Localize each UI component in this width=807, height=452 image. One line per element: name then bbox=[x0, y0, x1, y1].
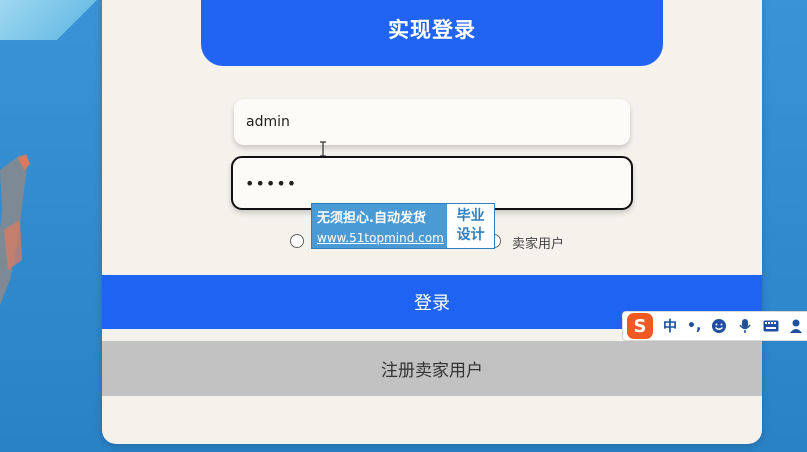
watermark-badge: 毕业 设计 bbox=[447, 204, 494, 248]
user-skin-icon[interactable] bbox=[789, 318, 805, 334]
background-character-illustration bbox=[0, 154, 30, 305]
watermark-banner: 无须担心.自动发货 www.51topmind.com 毕业 设计 bbox=[311, 203, 495, 249]
ime-mode-toggle[interactable]: 中 bbox=[663, 316, 677, 336]
username-input[interactable]: admin bbox=[234, 99, 630, 145]
register-seller-button[interactable]: 注册卖家用户 bbox=[102, 341, 762, 396]
watermark-badge-line1: 毕业 bbox=[456, 208, 485, 224]
watermark-url: www.51topmind.com bbox=[317, 231, 444, 245]
text-cursor-icon bbox=[320, 141, 326, 157]
ime-punctuation-toggle[interactable]: •, bbox=[687, 318, 701, 334]
watermark-text: 无须担心.自动发货 bbox=[317, 211, 426, 226]
password-input[interactable]: ••••• bbox=[231, 156, 633, 210]
login-title: 实现登录 bbox=[201, 0, 663, 66]
emoji-icon[interactable] bbox=[711, 318, 727, 334]
keyboard-icon[interactable] bbox=[763, 318, 779, 334]
radio-option-1[interactable] bbox=[290, 234, 304, 248]
ime-toolbar: S 中 •, bbox=[622, 311, 807, 341]
watermark-badge-line2: 设计 bbox=[456, 227, 485, 243]
ime-logo-icon[interactable]: S bbox=[627, 313, 653, 339]
microphone-icon[interactable] bbox=[737, 318, 753, 334]
radio-label-seller: 卖家用户 bbox=[512, 237, 565, 252]
